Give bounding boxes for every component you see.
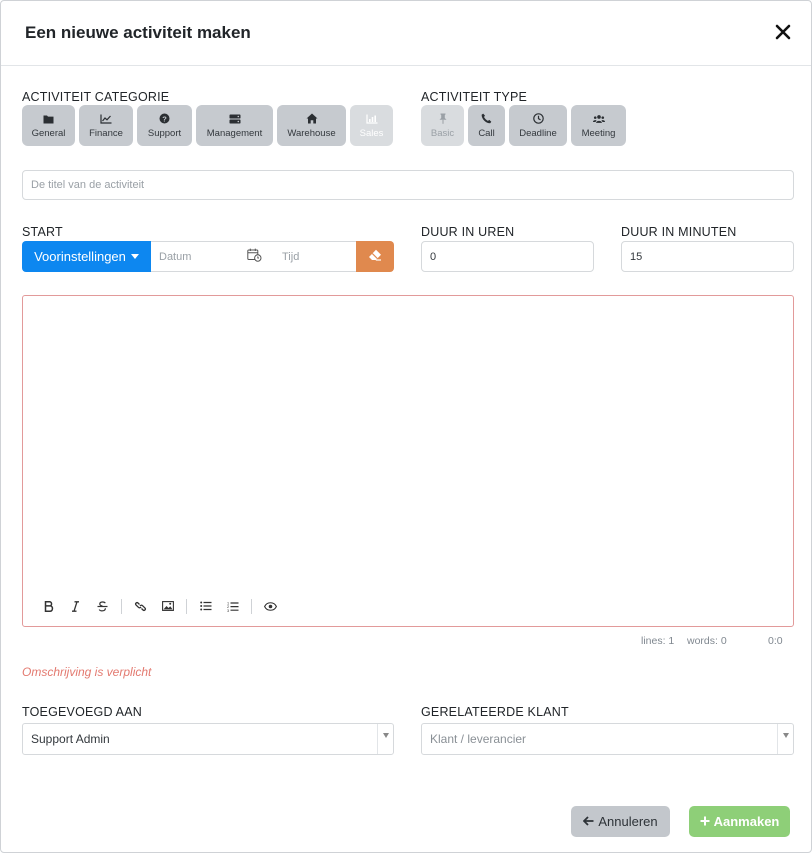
editor-status-cursor: 0:0 (768, 635, 783, 647)
category-finance-button[interactable]: Finance (79, 105, 133, 146)
category-button-group: General Finance ? Support Management War… (22, 105, 393, 146)
plus-icon (700, 814, 710, 829)
question-circle-icon: ? (159, 113, 171, 125)
date-input[interactable]: Datum (151, 241, 235, 272)
preview-eye-icon[interactable] (257, 596, 284, 616)
type-button-group: Basic Call Deadline Meeting (421, 105, 626, 146)
toolbar-separator (121, 598, 122, 614)
activity-title-input[interactable]: De titel van de activiteit (22, 170, 794, 200)
numbered-list-icon[interactable]: 123 (219, 596, 246, 616)
calendar-button[interactable] (234, 241, 275, 272)
italic-icon[interactable] (62, 596, 89, 616)
category-warehouse-button[interactable]: Warehouse (277, 105, 346, 146)
presets-label: Voorinstellingen (34, 249, 126, 264)
modal-header: Een nieuwe activiteit maken (1, 1, 811, 66)
dropdown-arrow-icon (377, 724, 393, 754)
assigned-to-select[interactable]: Support Admin (22, 723, 394, 755)
category-management-button[interactable]: Management (196, 105, 273, 146)
dropdown-arrow-icon (777, 724, 793, 754)
line-chart-icon (100, 113, 112, 125)
link-icon[interactable] (127, 596, 154, 616)
folder-icon (43, 113, 55, 125)
home-icon (306, 113, 318, 125)
pin-icon (437, 113, 449, 125)
server-icon (229, 113, 241, 125)
toolbar-separator (251, 598, 252, 614)
category-general-button[interactable]: General (22, 105, 75, 146)
category-label: ACTIVITEIT CATEGORIE (22, 90, 170, 104)
eraser-icon (368, 248, 382, 266)
type-call-button[interactable]: Call (468, 105, 505, 146)
description-error-message: Omschrijving is verplicht (22, 665, 152, 679)
editor-status-words: words: 0 (687, 635, 727, 647)
bar-chart-icon (365, 113, 378, 125)
related-customer-placeholder: Klant / leverancier (430, 732, 527, 746)
assigned-to-value: Support Admin (31, 732, 110, 746)
start-label: START (22, 225, 63, 239)
duration-minutes-input[interactable]: 15 (621, 241, 794, 272)
cancel-button[interactable]: Annuleren (571, 806, 670, 837)
type-meeting-button[interactable]: Meeting (571, 105, 626, 146)
close-icon[interactable] (772, 21, 794, 43)
svg-text:3: 3 (227, 608, 229, 611)
svg-text:?: ? (162, 114, 167, 123)
calendar-clock-icon (246, 248, 262, 265)
caret-down-icon (130, 254, 139, 259)
modal-title: Een nieuwe activiteit maken (25, 23, 251, 42)
editor-toolbar: 123 (35, 596, 284, 616)
bullet-list-icon[interactable] (192, 596, 219, 616)
related-customer-select[interactable]: Klant / leverancier (421, 723, 794, 755)
description-editor[interactable]: 123 (22, 295, 794, 627)
presets-dropdown-button[interactable]: Voorinstellingen (22, 241, 151, 272)
bold-icon[interactable] (35, 596, 62, 616)
duration-hours-input[interactable]: 0 (421, 241, 594, 272)
clock-icon (532, 113, 544, 125)
related-customer-label: GERELATEERDE KLANT (421, 705, 569, 719)
category-sales-button[interactable]: Sales (350, 105, 393, 146)
phone-icon (481, 113, 493, 125)
assigned-to-label: TOEGEVOEGD AAN (22, 705, 142, 719)
type-label: ACTIVITEIT TYPE (421, 90, 528, 104)
time-input[interactable]: Tijd (274, 241, 357, 272)
type-basic-button[interactable]: Basic (421, 105, 464, 146)
image-icon[interactable] (154, 596, 181, 616)
strikethrough-icon[interactable] (89, 596, 116, 616)
create-label: Aanmaken (713, 814, 780, 829)
toolbar-separator (186, 598, 187, 614)
create-button[interactable]: Aanmaken (689, 806, 790, 837)
duration-hours-label: DUUR IN UREN (421, 225, 515, 239)
cancel-label: Annuleren (598, 814, 658, 829)
type-deadline-button[interactable]: Deadline (509, 105, 567, 146)
duration-minutes-label: DUUR IN MINUTEN (621, 225, 737, 239)
category-support-button[interactable]: ? Support (137, 105, 192, 146)
clear-start-button[interactable] (356, 241, 394, 272)
users-icon (592, 113, 605, 125)
editor-status-lines: lines: 1 (641, 635, 675, 647)
new-activity-modal: Een nieuwe activiteit maken ACTIVITEIT C… (0, 0, 812, 853)
arrow-left-icon (583, 814, 594, 829)
